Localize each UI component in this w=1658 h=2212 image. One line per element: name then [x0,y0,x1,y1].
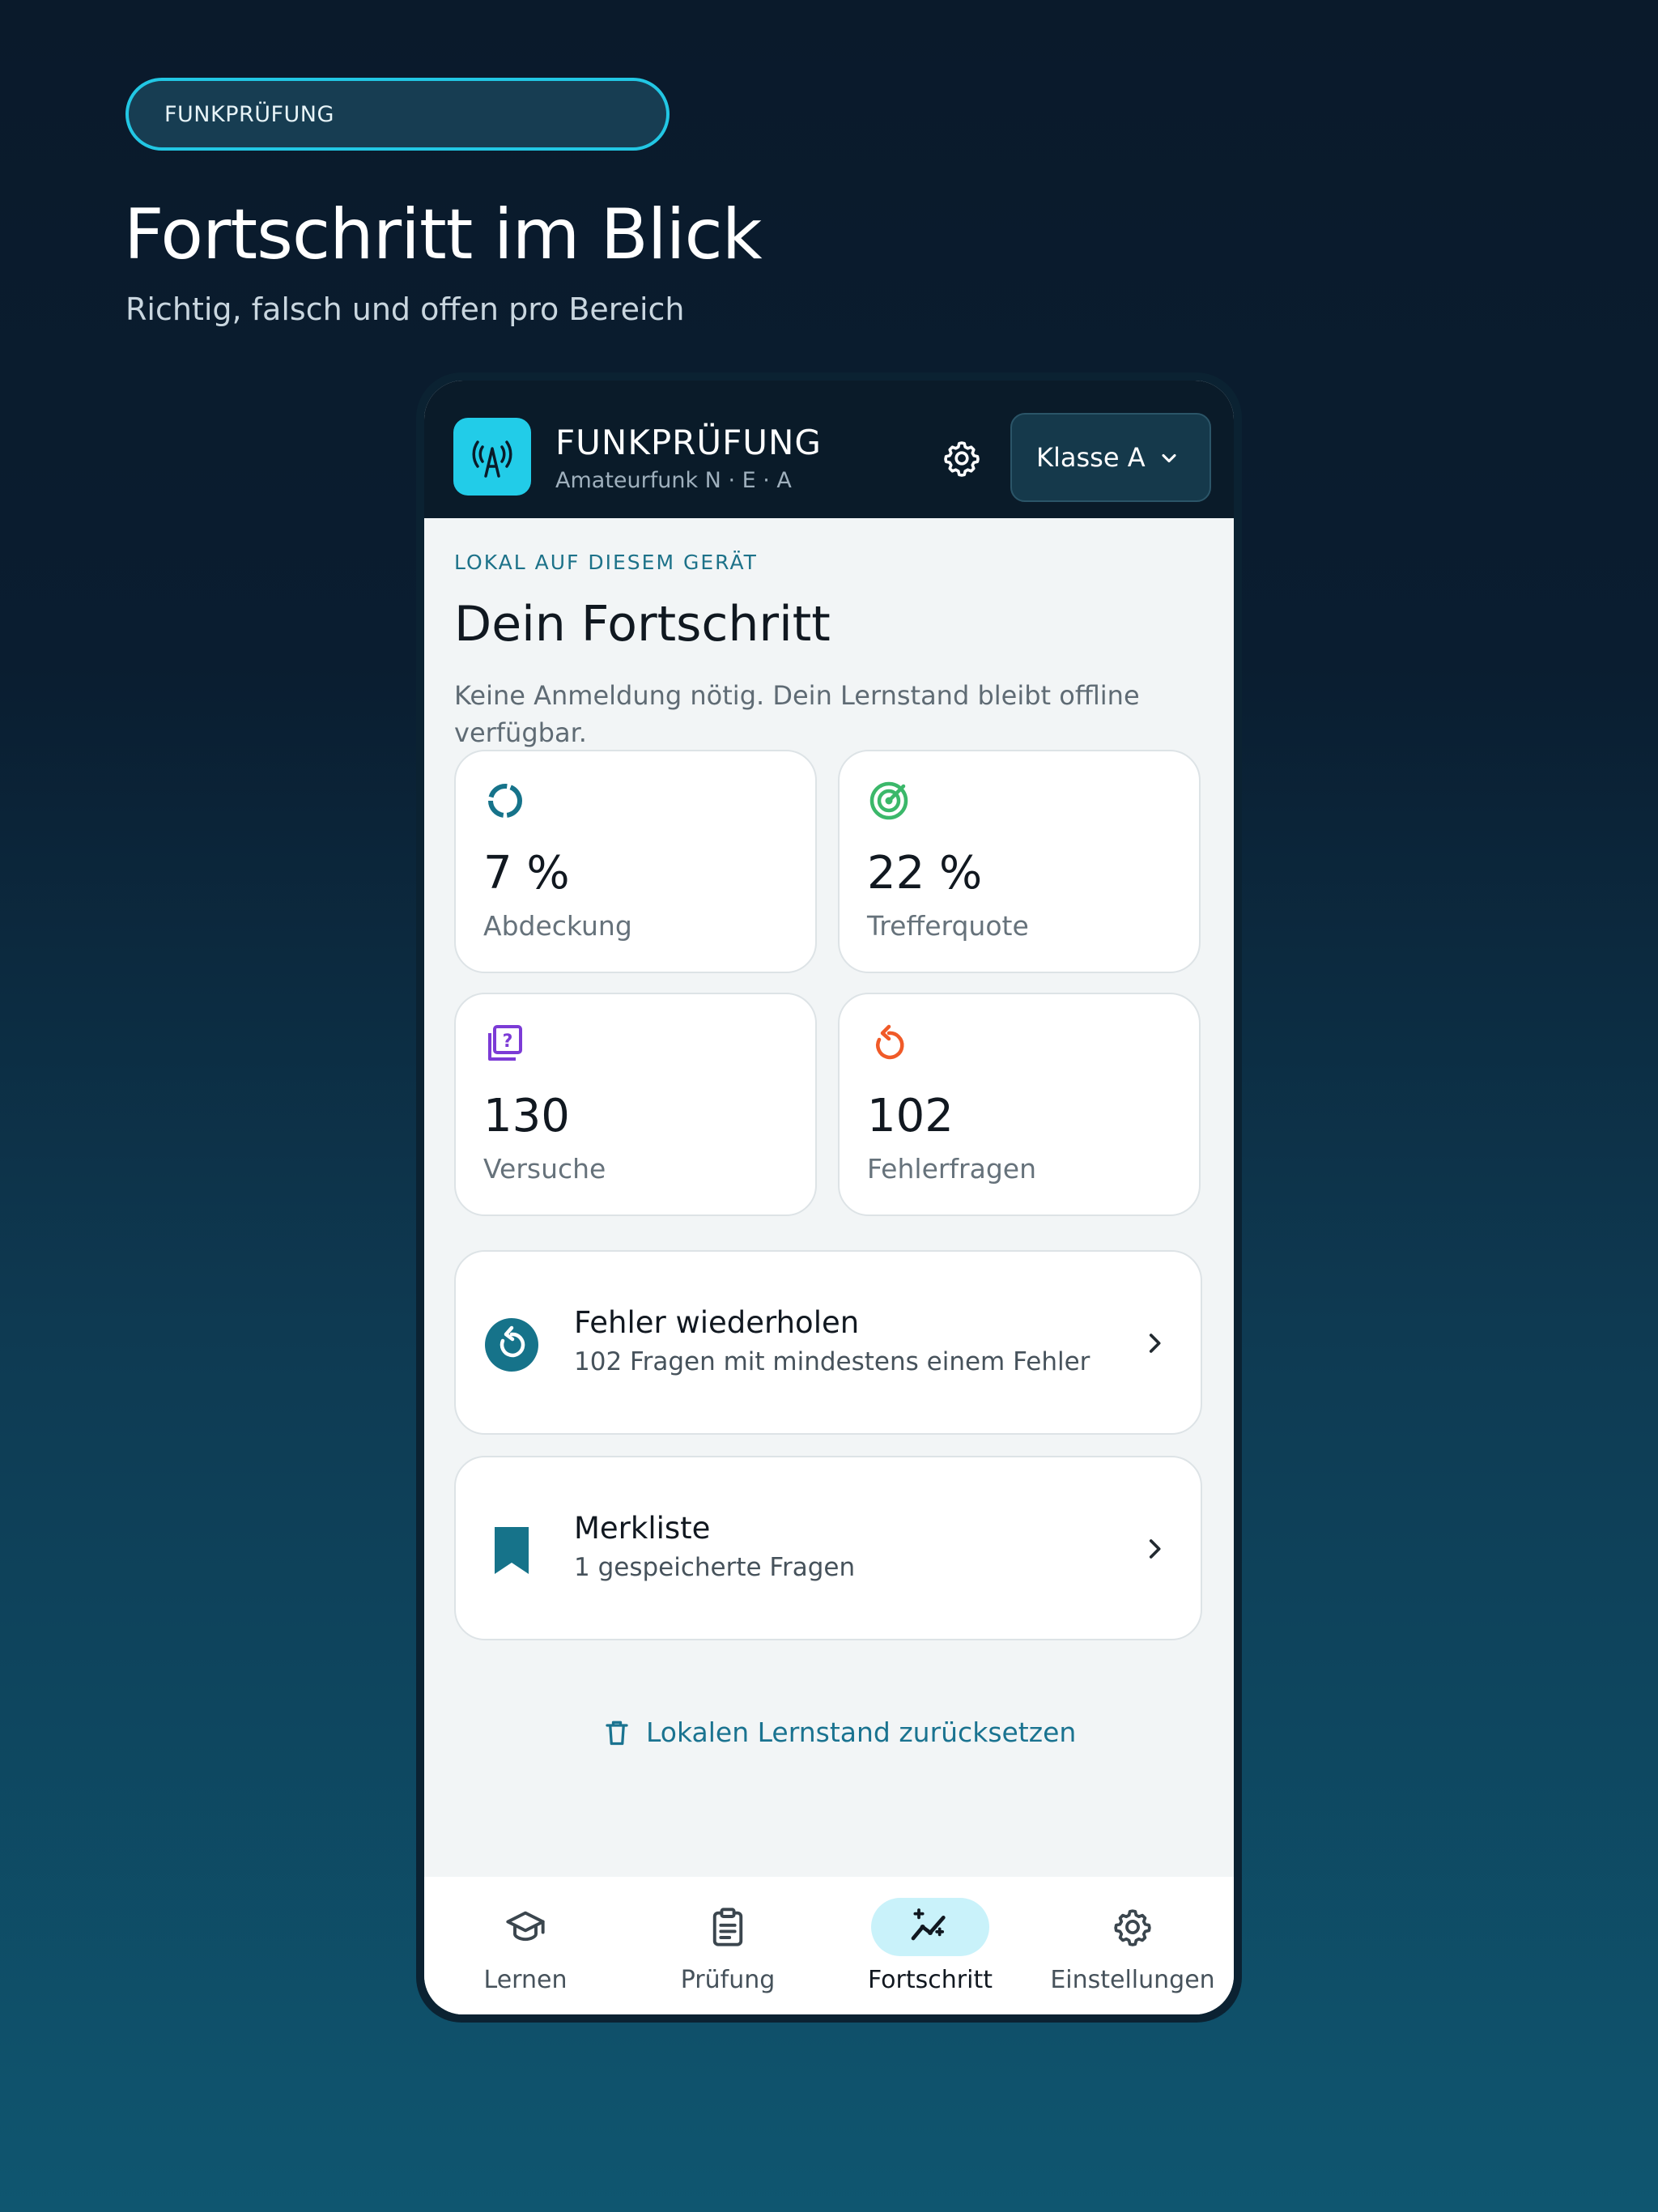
app-subtitle: Amateurfunk N · E · A [555,468,792,493]
stat-label: Abdeckung [483,910,632,942]
phone-frame: FUNKPRÜFUNG Amateurfunk N · E · A Klasse… [416,372,1242,2023]
section-description: Keine Anmeldung nötig. Dein Lernstand bl… [454,680,1140,748]
chevron-right-icon [1149,1539,1161,1559]
section-eyebrow: LOKAL AUF DIESEM GERÄT [454,551,758,574]
action-title: Fehler wiederholen [574,1305,860,1340]
graduation-cap-icon [506,1911,545,1942]
reset-progress-label: Lokalen Lernstand zurücksetzen [646,1716,1077,1748]
nav-label: Lernen [483,1966,568,1994]
chevron-right-icon [1149,1334,1161,1353]
trash-icon [606,1721,628,1745]
bookmark-list-button[interactable]: Merkliste 1 gespeicherte Fragen [454,1456,1202,1640]
question-stack-icon: ? [488,1025,522,1061]
stat-label: Versuche [483,1153,606,1185]
nav-item-fortschritt[interactable]: Fortschritt [829,1877,1031,2014]
repeat-errors-button[interactable]: Fehler wiederholen 102 Fragen mit mindes… [454,1250,1202,1435]
class-select[interactable]: Klasse A [1010,413,1211,502]
progress-content: LOKAL AUF DIESEM GERÄT Dein Fortschritt … [424,518,1234,1877]
app-screen: FUNKPRÜFUNG Amateurfunk N · E · A Klasse… [424,381,1234,2014]
nav-label: Fortschritt [868,1966,993,1994]
hero-subtitle: Richtig, falsch und offen pro Bereich [125,291,685,327]
action-subtitle: 102 Fragen mit mindestens einem Fehler [574,1347,1090,1376]
action-subtitle: 1 gespeicherte Fragen [574,1553,856,1582]
stat-card-hit-rate: 22 % Trefferquote [838,750,1201,973]
stat-value: 102 [867,1090,954,1142]
replay-icon [485,1318,538,1372]
nav-item-lernen[interactable]: Lernen [424,1877,627,2014]
gear-icon [1114,1909,1151,1946]
svg-text:?: ? [503,1032,513,1052]
app-header: FUNKPRÜFUNG Amateurfunk N · E · A Klasse… [424,381,1234,518]
bookmark-icon [495,1527,529,1574]
stat-label: Fehlerfragen [867,1153,1037,1185]
antenna-icon [453,418,531,496]
stat-value: 130 [483,1090,570,1142]
action-title: Merkliste [574,1511,711,1546]
stat-card-error-questions: 102 Fehlerfragen [838,993,1201,1216]
chevron-down-icon [1162,453,1176,463]
retry-icon [876,1024,904,1060]
class-select-value: Klasse A [1036,442,1146,473]
stat-card-coverage: 7 % Abdeckung [454,750,817,973]
hero-title: Fortschritt im Blick [124,194,763,275]
app-name: FUNKPRÜFUNG [555,423,822,462]
nav-label: Prüfung [680,1966,776,1994]
category-badge: FUNKPRÜFUNG [125,78,670,151]
gear-icon [944,441,980,477]
reset-progress-link[interactable]: Lokalen Lernstand zurücksetzen [602,1716,1076,1748]
settings-button[interactable] [939,436,984,481]
chart-sparkle-icon [911,1908,946,1941]
nav-item-einstellungen[interactable]: Einstellungen [1031,1877,1234,2014]
nav-item-pruefung[interactable]: Prüfung [627,1877,829,2014]
clipboard-icon [712,1908,743,1946]
stat-label: Trefferquote [867,910,1029,942]
coverage-ring-icon [488,784,522,818]
stat-value: 7 % [483,847,570,900]
nav-label: Einstellungen [1050,1966,1215,1994]
target-icon [869,781,908,820]
stat-value: 22 % [867,847,983,900]
category-badge-label: FUNKPRÜFUNG [164,101,334,127]
stat-card-attempts: ? 130 Versuche [454,993,817,1216]
bottom-nav: Lernen Prüfung Fortschritt Einstellungen [424,1877,1234,2014]
page-title: Dein Fortschritt [454,596,831,653]
